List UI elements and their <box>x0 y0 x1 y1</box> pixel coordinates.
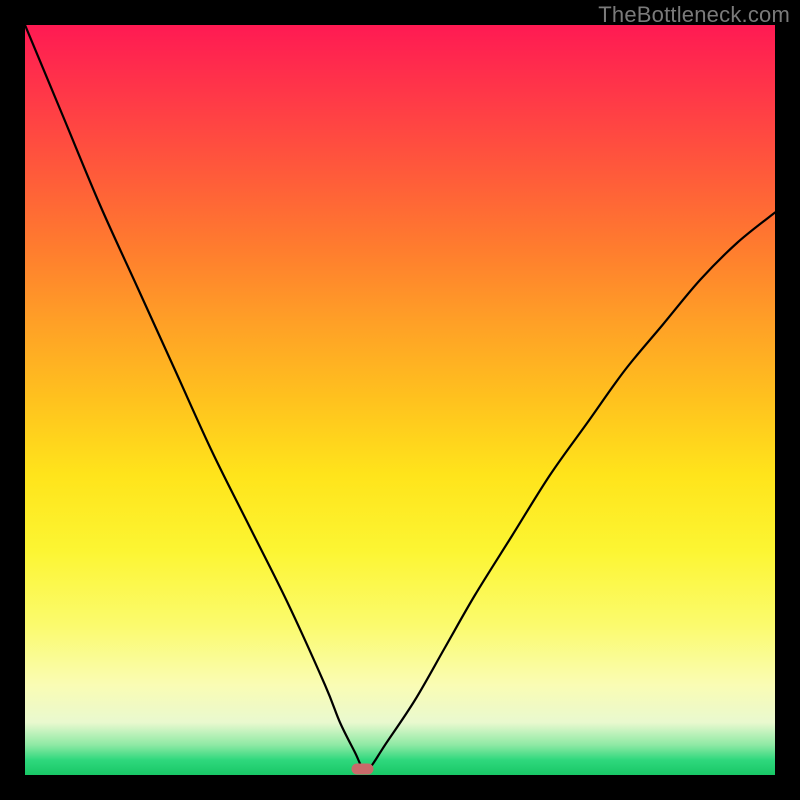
chart-svg <box>25 25 775 775</box>
plot-area <box>25 25 775 775</box>
minimum-marker <box>352 764 374 775</box>
chart-frame: TheBottleneck.com <box>0 0 800 800</box>
watermark-label: TheBottleneck.com <box>598 2 790 28</box>
bottleneck-curve <box>25 25 775 770</box>
